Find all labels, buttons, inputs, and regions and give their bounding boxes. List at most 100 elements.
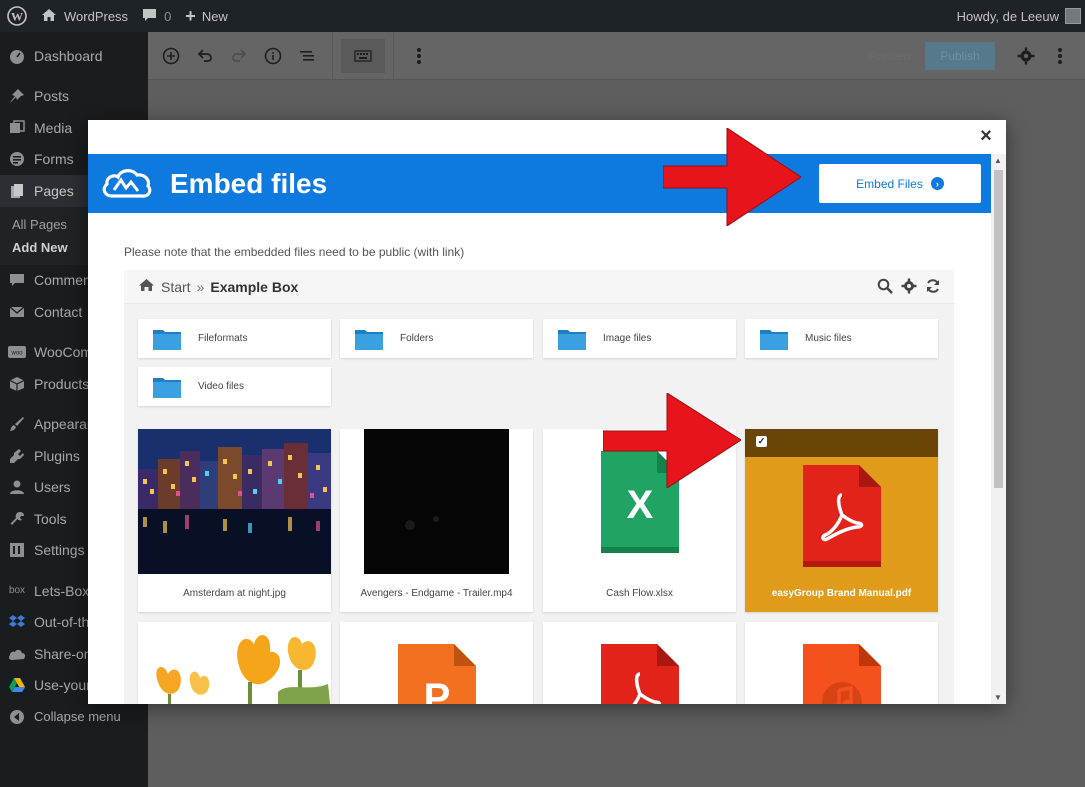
redo-button[interactable] [222,39,256,73]
file-name: Amsterdam at night.jpg [183,587,286,599]
mail-icon [8,303,26,321]
scrollbar-thumb[interactable] [994,170,1003,488]
home-icon [41,8,57,25]
keyboard-button[interactable] [341,38,385,73]
cloud-icon [8,645,26,663]
menu-label: Lets-Box [34,582,90,599]
file-tile[interactable]: Amsterdam at night.jpg [138,429,331,612]
close-icon[interactable]: × [976,126,996,146]
site-name-link[interactable]: WordPress [34,0,135,32]
breadcrumb: Start » Example Box [124,270,954,304]
comments-count: 0 [164,8,172,24]
file-tile[interactable] [745,622,938,704]
plus-icon: + [185,6,196,26]
svg-text:woo: woo [10,351,23,357]
wordpress-logo-icon[interactable]: W [0,0,34,32]
powerpoint-file-icon: P [340,622,533,704]
embed-files-modal: × Embed files Embed Files › ▲ ▼ Please n… [88,120,1006,704]
red-arrow-icon [603,393,741,488]
new-content-link[interactable]: + New [178,0,235,32]
menu-label: Users [34,479,71,496]
folder-item[interactable]: Folders [340,319,533,358]
menu-label: Pages [34,182,74,199]
video-thumbnail [340,429,533,574]
file-name: Cash Flow.xlsx [606,587,673,599]
menu-dashboard[interactable]: Dashboard [0,40,148,72]
outline-button[interactable] [290,39,324,73]
options-button[interactable] [1043,39,1077,73]
file-tile[interactable]: P [340,622,533,704]
folder-label: Music files [805,333,852,344]
users-icon [8,478,26,496]
file-tile[interactable]: Avengers - Endgame - Trailer.mp4 [340,429,533,612]
menu-posts[interactable]: Posts [0,81,148,113]
brush-icon [8,415,26,433]
home-icon[interactable] [138,278,155,295]
more-vertical-icon [417,47,421,64]
settings-icon [8,541,26,559]
products-icon [8,375,26,393]
menu-label: Plugins [34,447,80,464]
folder-item[interactable]: Fileformats [138,319,331,358]
file-name: easyGroup Brand Manual.pdf [771,587,912,599]
embed-files-button[interactable]: Embed Files › [819,164,981,203]
more-vertical-icon [1058,48,1062,64]
breadcrumb-root[interactable]: Start [161,279,191,295]
new-label: New [201,8,228,24]
audio-file-icon [745,622,938,704]
menu-label: Forms [34,151,74,168]
publish-button[interactable]: Publish [925,42,995,70]
avatar[interactable] [1065,8,1081,24]
woo-icon: woo [8,343,26,361]
undo-button[interactable] [188,39,222,73]
menu-label: Contact [34,303,83,320]
image-thumbnail [138,622,331,704]
comments-link[interactable]: 0 [135,0,178,32]
info-icon [264,47,282,64]
selection-bar: ✓ [745,429,938,457]
chevron-right-icon: › [930,177,944,190]
folder-icon [153,329,181,350]
add-block-button[interactable] [154,39,188,73]
pdf-file-icon [745,457,938,574]
file-name: Avengers - Endgame - Trailer.mp4 [360,587,513,599]
undo-icon [197,48,212,62]
redo-icon [232,48,247,62]
checkbox-checked-icon[interactable]: ✓ [756,436,767,447]
gear-icon [1017,47,1035,65]
scroll-down-icon[interactable]: ▼ [994,693,1002,702]
comment-bubble-icon [142,8,157,25]
menu-label: Posts [34,88,70,105]
folder-icon [355,329,383,350]
folder-item[interactable]: Image files [543,319,736,358]
file-tile[interactable] [138,622,331,704]
drive-icon [8,676,26,694]
file-tile[interactable] [543,622,736,704]
folder-item[interactable]: Video files [138,367,331,406]
editor-toolbar: Preview Publish [148,31,1085,80]
collapse-menu-button[interactable]: Collapse menu [0,701,148,733]
folder-label: Folders [400,333,434,344]
user-greeting[interactable]: Howdy, de Leeuw [957,9,1059,24]
image-thumbnail [138,429,331,574]
search-icon[interactable] [876,276,894,296]
folder-item[interactable]: Music files [745,319,938,358]
more-tools-button[interactable] [402,39,436,73]
folder-label: Image files [603,333,652,344]
preview-button[interactable]: Preview [855,49,925,63]
breadcrumb-current: Example Box [210,278,299,295]
media-icon [8,119,26,137]
pdf-file-icon [543,622,736,704]
admin-bar: W WordPress 0 + New Howdy, de Leeuw [0,0,1085,32]
file-tile-selected[interactable]: ✓ easyGroup Brand Manual.pdf [745,429,938,612]
info-button[interactable] [256,39,290,73]
settings-button[interactable] [1009,39,1043,73]
comment-icon [8,271,26,289]
svg-text:X: X [626,483,653,527]
dropbox-icon [8,613,26,631]
gear-icon[interactable] [900,276,918,296]
refresh-icon[interactable] [924,276,942,296]
folder-icon [760,329,788,350]
modal-scrollbar[interactable]: ▲ ▼ [991,154,1006,704]
scroll-up-icon[interactable]: ▲ [994,156,1002,165]
